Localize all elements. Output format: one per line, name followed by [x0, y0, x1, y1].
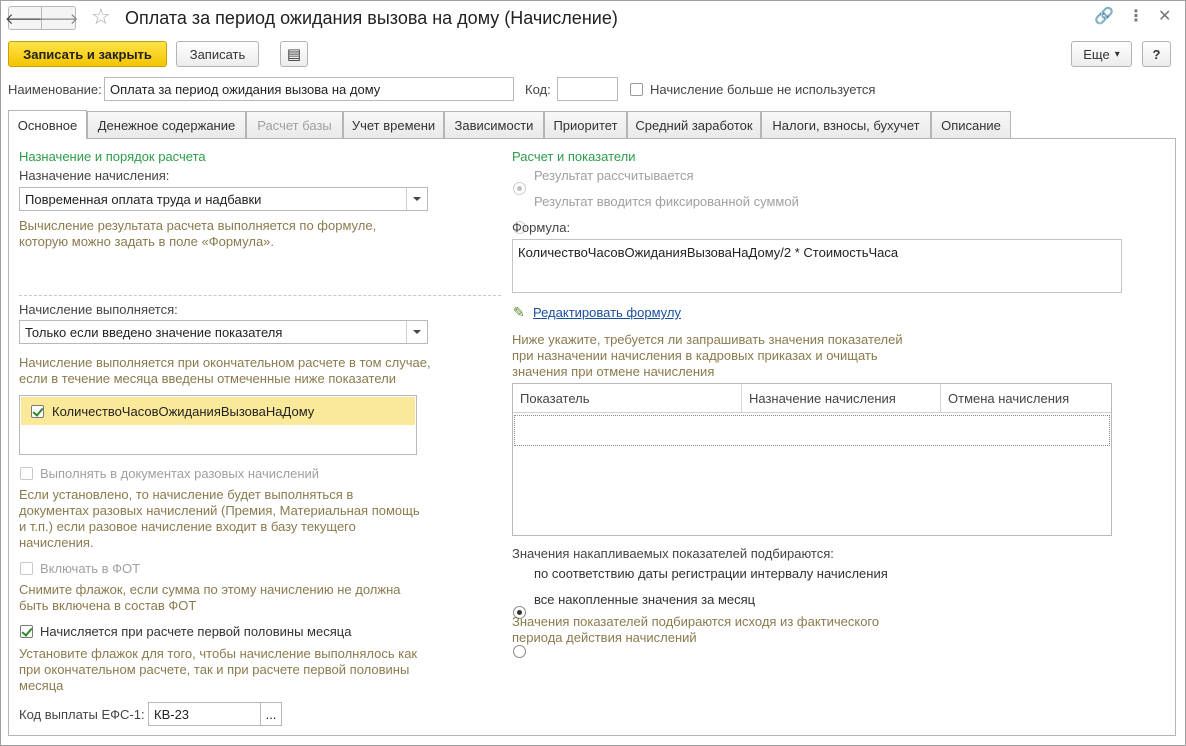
- report-icon: ▤: [286, 46, 302, 63]
- close-icon[interactable]: ✕: [1158, 8, 1171, 26]
- list-item[interactable]: КоличествоЧасовОжиданияВызоваНаДому: [21, 397, 415, 425]
- more-actions-icon[interactable]: ⋮: [1128, 8, 1144, 26]
- performed-hint-line: если в течение месяца введены отмеченные…: [19, 371, 396, 386]
- request-hint-line: Ниже укажите, требуется ли запрашивать з…: [512, 332, 903, 347]
- purpose-select[interactable]: Повременная оплата труда и надбавки: [19, 187, 428, 211]
- dropdown-arrow-icon[interactable]: [406, 188, 427, 210]
- more-button-label: Еще: [1083, 46, 1110, 62]
- tab-base-calculation: Расчет базы: [246, 111, 343, 138]
- request-hint-line: значения при отмене начисления: [512, 364, 715, 379]
- save-button[interactable]: Записать: [176, 41, 259, 67]
- section-title-purpose: Назначение и порядок расчета: [19, 149, 206, 164]
- performed-hint-line: Начисление выполняется при окончательном…: [19, 355, 431, 370]
- accum-label: Значения накапливаемых показателей подби…: [512, 546, 834, 561]
- one-time-hint-line: Если установлено, то начисление будет вы…: [19, 487, 354, 502]
- first-half-hint-line: месяца: [19, 678, 64, 693]
- accum-hint-line: Значения показателей подбираются исходя …: [512, 614, 880, 629]
- one-time-hint-line: начисления.: [19, 535, 94, 550]
- code-label: Код:: [525, 82, 551, 97]
- one-time-hint: Если установлено, то начисление будет вы…: [19, 487, 420, 551]
- save-and-close-button[interactable]: Записать и закрыть: [8, 41, 167, 67]
- fot-hint-line: Снимите флажок, если сумма по этому начи…: [19, 582, 401, 597]
- one-time-checkbox: [20, 467, 33, 480]
- grid-header-cancellation[interactable]: Отмена начисления: [941, 384, 1111, 412]
- help-button[interactable]: ?: [1142, 41, 1171, 67]
- accum-hint-line: периода действия начислений: [512, 630, 697, 645]
- formula-label: Формула:: [512, 220, 571, 235]
- radio-calculated: [513, 182, 526, 195]
- request-hint: Ниже укажите, требуется ли запрашивать з…: [512, 332, 903, 380]
- favorite-star-icon[interactable]: ☆: [91, 5, 111, 29]
- divider: [19, 295, 501, 296]
- unused-label: Начисление больше не используется: [650, 82, 876, 97]
- purpose-value: Повременная оплата труда и надбавки: [25, 191, 262, 207]
- more-button[interactable]: Еще ▾: [1071, 41, 1132, 67]
- fot-hint-line: быть включена в состав ФОТ: [19, 598, 197, 613]
- tab-dependencies[interactable]: Зависимости: [444, 111, 544, 138]
- indicator-checkbox[interactable]: [31, 404, 44, 418]
- request-hint-line: при назначении начисления в кадровых при…: [512, 348, 878, 363]
- table-row[interactable]: [514, 415, 1110, 446]
- indicators-grid[interactable]: Показатель Назначение начисления Отмена …: [512, 383, 1112, 536]
- performed-label: Начисление выполняется:: [19, 302, 178, 317]
- radio-fixed-label: Результат вводится фиксированной суммой: [534, 194, 799, 209]
- tab-taxes[interactable]: Налоги, взносы, бухучет: [761, 111, 931, 138]
- report-button[interactable]: ▤: [280, 41, 308, 67]
- first-half-hint-line: при окончательном расчете, так и при рас…: [19, 662, 410, 677]
- grid-header-divider: [513, 412, 1111, 413]
- first-half-hint-line: Установите флажок для того, чтобы начисл…: [19, 646, 418, 661]
- radio-calculated-label: Результат рассчитывается: [534, 168, 694, 183]
- one-time-hint-line: документах разовых начислений (Премия, М…: [19, 503, 420, 518]
- pencil-icon: ✎: [513, 304, 525, 320]
- first-half-checkbox[interactable]: [20, 625, 33, 638]
- first-half-hint: Установите флажок для того, чтобы начисл…: [19, 646, 417, 694]
- performed-value: Только если введено значение показателя: [25, 324, 283, 340]
- link-icon[interactable]: 🔗: [1094, 8, 1114, 26]
- name-input[interactable]: Оплата за период ожидания вызова на дому: [104, 77, 514, 101]
- tab-description[interactable]: Описание: [931, 111, 1011, 138]
- name-label: Наименование:: [8, 82, 102, 97]
- forward-arrow-icon: 🡒: [38, 10, 79, 28]
- performed-hint: Начисление выполняется при окончательном…: [19, 355, 431, 387]
- first-half-label: Начисляется при расчете первой половины …: [40, 624, 352, 639]
- fot-hint: Снимите флажок, если сумма по этому начи…: [19, 582, 400, 614]
- efs-select-button[interactable]: ...: [260, 702, 282, 726]
- chevron-down-icon: ▾: [1114, 48, 1120, 60]
- tab-monetary-content[interactable]: Денежное содержание: [87, 111, 246, 138]
- efs-label: Код выплаты ЕФС-1:: [19, 707, 145, 722]
- forward-button[interactable]: 🡒: [38, 6, 79, 30]
- fot-checkbox: [20, 562, 33, 575]
- section-title-calculation: Расчет и показатели: [512, 149, 636, 164]
- radio-by-date-label: по соответствию даты регистрации интерва…: [534, 566, 888, 581]
- grid-header-assignment[interactable]: Назначение начисления: [742, 384, 941, 412]
- radio-all-month[interactable]: [513, 645, 526, 658]
- accum-hint: Значения показателей подбираются исходя …: [512, 614, 879, 646]
- window-title: Оплата за период ожидания вызова на дому…: [125, 8, 618, 28]
- fot-label: Включать в ФОТ: [40, 561, 141, 576]
- purpose-hint-line: Вычисление результата расчета выполняетс…: [19, 218, 377, 233]
- purpose-hint-line: которую можно задать в поле «Формула».: [19, 234, 275, 249]
- grid-header-indicator[interactable]: Показатель: [513, 384, 742, 412]
- tab-main[interactable]: Основное: [8, 110, 87, 139]
- purpose-label: Назначение начисления:: [19, 168, 170, 183]
- performed-select[interactable]: Только если введено значение показателя: [19, 320, 428, 344]
- indicator-list[interactable]: КоличествоЧасовОжиданияВызоваНаДому: [19, 395, 417, 455]
- back-button[interactable]: 🡐: [5, 6, 45, 30]
- efs-input[interactable]: КВ-23: [148, 702, 261, 726]
- indicator-label: КоличествоЧасовОжиданияВызоваНаДому: [52, 403, 315, 419]
- code-input[interactable]: [557, 77, 618, 101]
- purpose-hint: Вычисление результата расчета выполняетс…: [19, 218, 376, 250]
- dropdown-arrow-icon[interactable]: [406, 321, 427, 343]
- radio-all-month-label: все накопленные значения за месяц: [534, 592, 756, 607]
- one-time-hint-line: и т.п.) если разовое начисление входит в…: [19, 519, 356, 534]
- formula-field[interactable]: КоличествоЧасовОжиданияВызоваНаДому/2 * …: [512, 239, 1122, 293]
- tab-priority[interactable]: Приоритет: [544, 111, 627, 138]
- tab-average-earnings[interactable]: Средний заработок: [627, 111, 761, 138]
- edit-formula-link[interactable]: Редактировать формулу: [533, 305, 681, 320]
- unused-checkbox[interactable]: [630, 83, 643, 96]
- one-time-label: Выполнять в документах разовых начислени…: [40, 466, 320, 481]
- tab-time-accounting[interactable]: Учет времени: [343, 111, 444, 138]
